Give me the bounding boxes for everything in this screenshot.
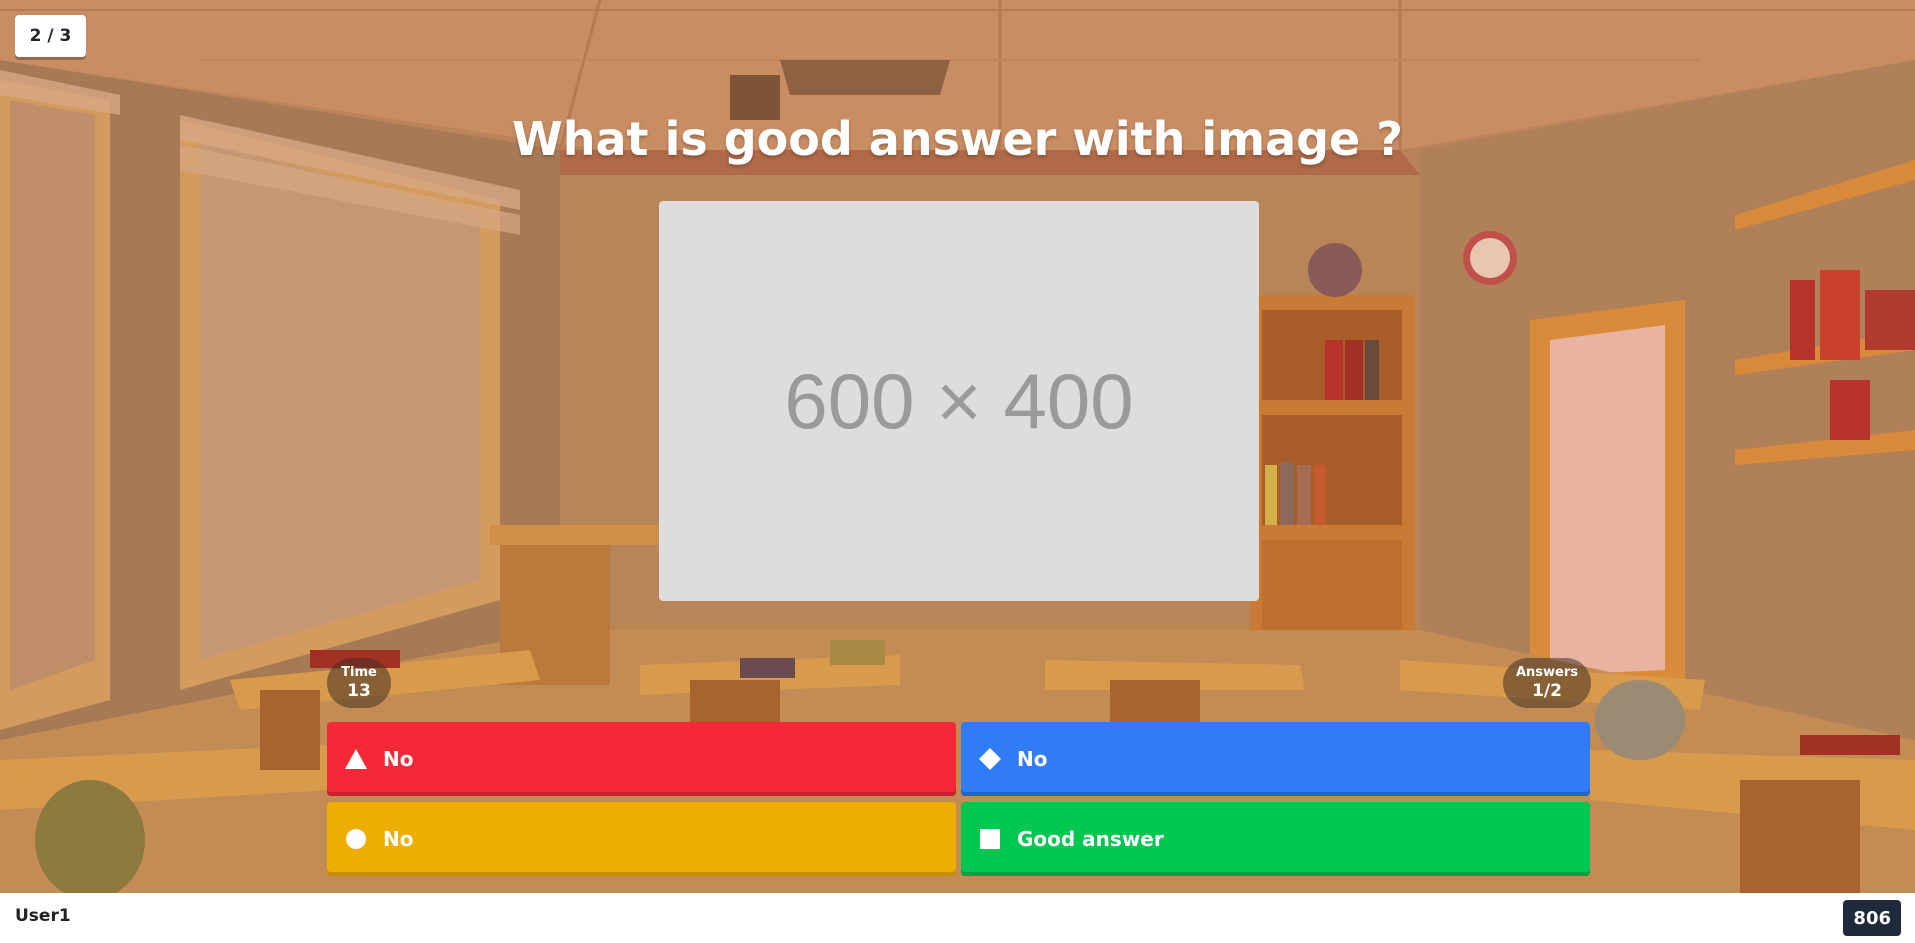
answer-button-triangle[interactable]: No xyxy=(327,722,956,796)
footer-bar: User1 806 xyxy=(0,893,1915,943)
answer-button-diamond[interactable]: No xyxy=(961,722,1590,796)
answer-label: Good answer xyxy=(1017,827,1164,851)
timer-value: 13 xyxy=(347,681,371,701)
diamond-icon xyxy=(979,748,1001,770)
question-image-placeholder: 600 × 400 xyxy=(659,201,1259,601)
answer-label: No xyxy=(1017,747,1048,771)
answer-button-square[interactable]: Good answer xyxy=(961,802,1590,876)
answers-count-value: 1/2 xyxy=(1532,681,1562,701)
image-placeholder-text: 600 × 400 xyxy=(784,356,1134,445)
username-label: User1 xyxy=(15,906,71,926)
answer-label: No xyxy=(383,747,414,771)
square-icon xyxy=(979,828,1001,850)
score-badge: 806 xyxy=(1843,900,1901,936)
timer-badge: Time 13 xyxy=(327,658,391,708)
answers-count-badge: Answers 1/2 xyxy=(1503,658,1591,708)
question-progress-counter: 2 / 3 xyxy=(15,15,86,57)
circle-icon xyxy=(345,828,367,850)
question-title: What is good answer with image ? xyxy=(512,112,1403,166)
triangle-icon xyxy=(345,748,367,770)
answers-count-label: Answers xyxy=(1515,665,1579,680)
answer-button-circle[interactable]: No xyxy=(327,802,956,876)
timer-label: Time xyxy=(341,665,377,680)
answer-label: No xyxy=(383,827,414,851)
